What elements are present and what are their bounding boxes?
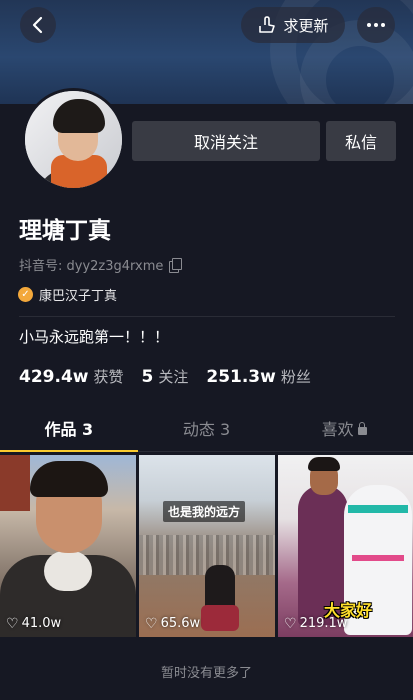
like-count: ♡ 65.6w xyxy=(145,615,201,632)
verified-icon: ✓ xyxy=(18,287,33,302)
profile-name: 理塘丁真 xyxy=(19,218,111,244)
divider xyxy=(19,316,395,317)
hand-point-icon xyxy=(259,16,276,33)
back-button[interactable] xyxy=(20,7,56,43)
video-caption: 也是我的远方 xyxy=(163,501,246,522)
stat-label: 获赞 xyxy=(93,368,124,386)
tab-likes[interactable]: 喜欢 xyxy=(275,412,413,451)
stats-row: 429.4w 获赞 5 关注 251.3w 粉丝 xyxy=(19,366,311,387)
like-count: ♡ 219.1w xyxy=(284,615,348,632)
verified-row: ✓ 康巴汉子丁真 xyxy=(18,285,117,304)
account-id: 抖音号: dyy2z3g4rxme xyxy=(19,259,164,274)
video-tile[interactable]: 大家好 ♡ 219.1w xyxy=(278,455,413,637)
unfollow-button[interactable]: 取消关注 xyxy=(132,121,320,161)
lock-icon xyxy=(357,422,367,435)
profile-tabs: 作品 3 动态 3 喜欢 xyxy=(0,412,413,452)
stat-value: 429.4w xyxy=(19,367,89,387)
request-update-label: 求更新 xyxy=(283,16,329,35)
stat-value: 5 xyxy=(141,367,154,387)
stat-followers[interactable]: 251.3w 粉丝 xyxy=(206,366,311,387)
copy-icon[interactable] xyxy=(169,258,183,273)
stat-following[interactable]: 5 关注 xyxy=(142,366,189,387)
request-update-button[interactable]: 求更新 xyxy=(241,7,345,43)
back-icon xyxy=(32,16,43,34)
tab-works[interactable]: 作品 3 xyxy=(0,412,138,452)
video-tile[interactable]: 也是我的远方 ♡ 65.6w xyxy=(139,455,275,637)
like-count: ♡ 41.0w xyxy=(6,615,62,632)
heart-icon: ♡ xyxy=(145,615,158,632)
tab-activity[interactable]: 动态 3 xyxy=(138,412,276,451)
stat-label: 粉丝 xyxy=(280,368,311,386)
no-more-content: 暂时没有更多了 xyxy=(160,666,252,681)
stat-label: 关注 xyxy=(158,368,189,386)
more-button[interactable] xyxy=(357,7,395,43)
stat-likes[interactable]: 429.4w 获赞 xyxy=(19,366,124,387)
account-id-row: 抖音号: dyy2z3g4rxme xyxy=(19,255,183,274)
verified-label: 康巴汉子丁真 xyxy=(39,289,118,304)
more-icon xyxy=(367,23,385,27)
bio: 小马永远跑第一！！！ xyxy=(19,328,170,346)
heart-icon: ♡ xyxy=(284,615,297,632)
video-tile[interactable]: ♡ 41.0w xyxy=(0,455,136,637)
avatar[interactable] xyxy=(22,88,125,191)
message-button[interactable]: 私信 xyxy=(326,121,396,161)
video-grid: ♡ 41.0w 也是我的远方 ♡ 65.6w 大家好 ♡ 219.1w xyxy=(0,455,413,637)
stat-value: 251.3w xyxy=(206,367,276,387)
heart-icon: ♡ xyxy=(6,615,19,632)
